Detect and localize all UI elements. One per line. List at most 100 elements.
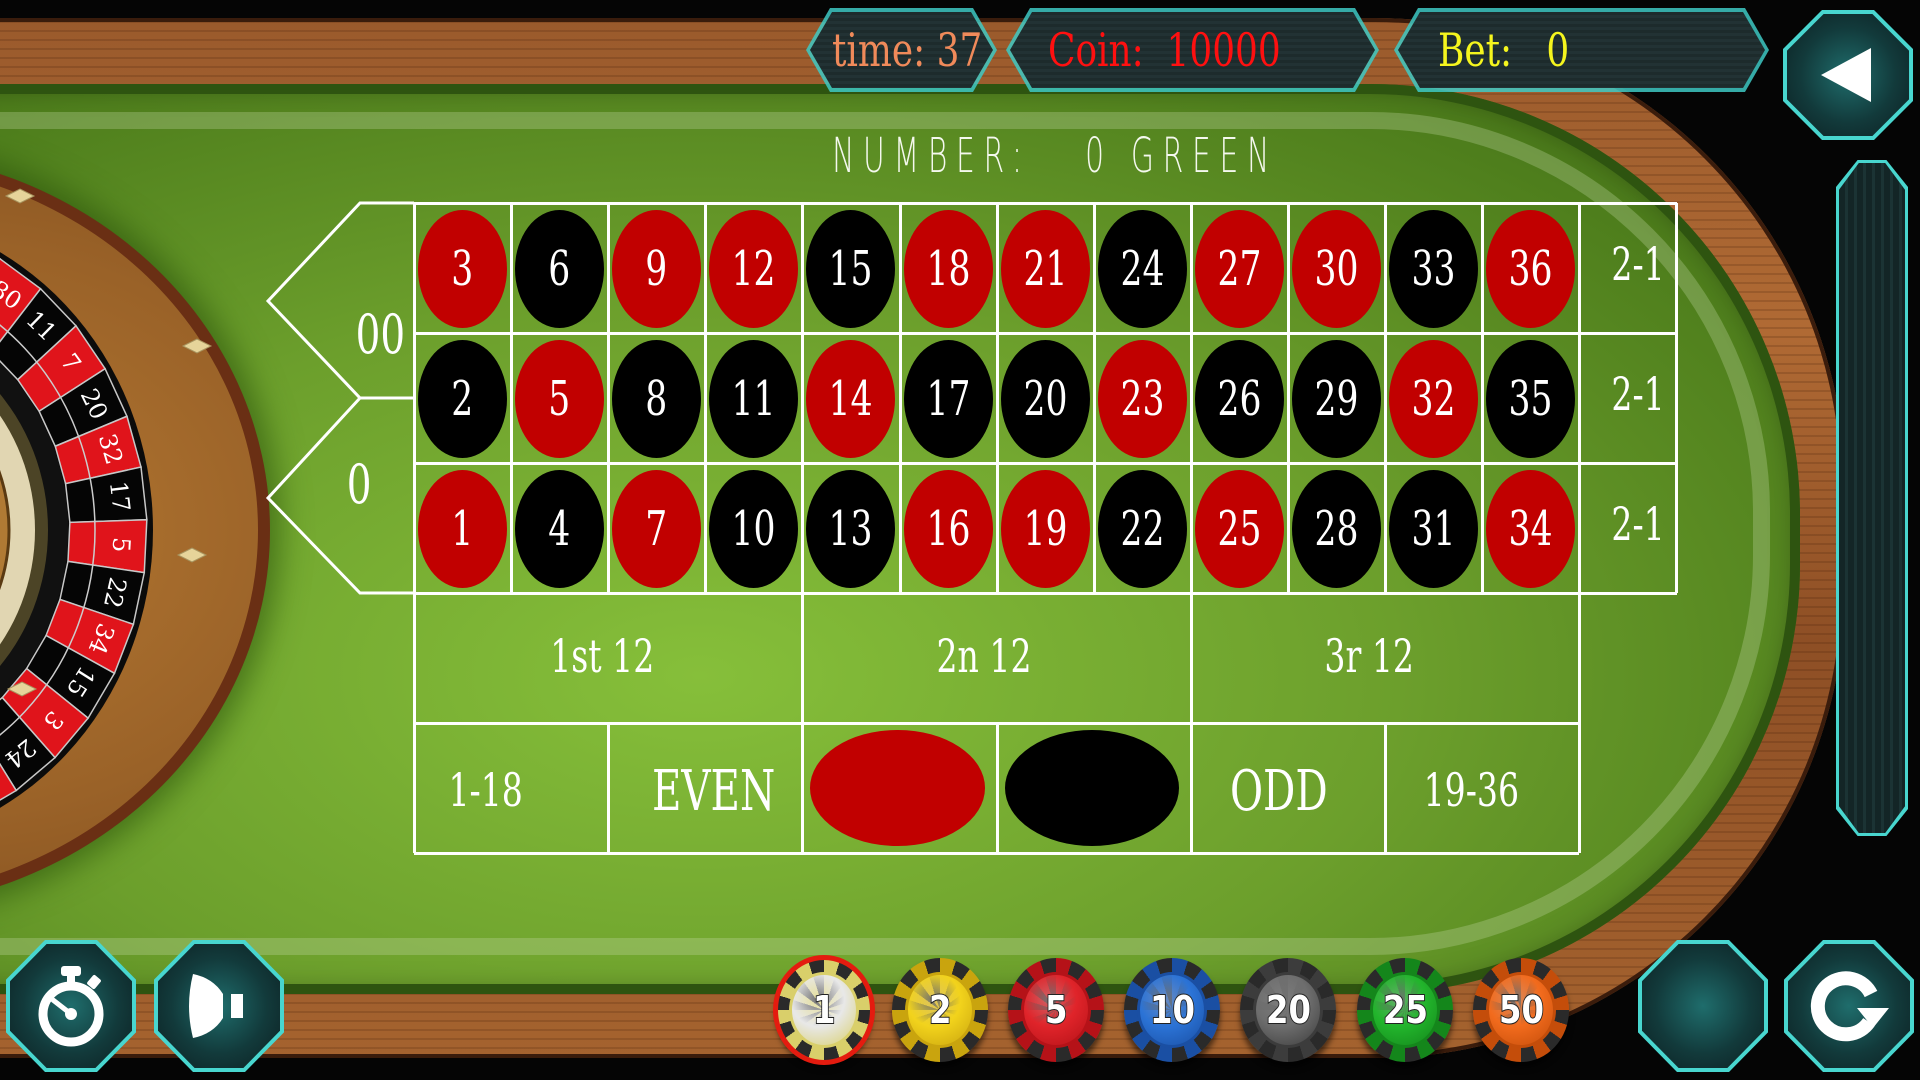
column-bet-1[interactable]: 2-1 — [1579, 203, 1676, 333]
double-zero-bet-label: 00 — [355, 303, 406, 366]
number-cell[interactable]: 23 — [1094, 333, 1191, 463]
outside-bet-label: ODD — [1229, 759, 1328, 824]
chip-50[interactable]: 50 — [1473, 958, 1569, 1062]
number-cell[interactable]: 12 — [705, 203, 802, 333]
number-cell[interactable]: 19 — [997, 463, 1094, 593]
number-cell[interactable]: 26 — [1191, 333, 1288, 463]
number-cell[interactable]: 9 — [608, 203, 705, 333]
chip-value: 10 — [1149, 987, 1196, 1033]
number-cell[interactable]: 16 — [900, 463, 997, 593]
dozen-bet-3[interactable]: 3r 12 — [1191, 593, 1579, 723]
number-22-oval: 22 — [1097, 470, 1187, 588]
stopwatch-icon — [38, 966, 104, 1047]
chip-value: 50 — [1498, 987, 1545, 1033]
number-23-oval: 23 — [1097, 340, 1187, 458]
time-text: time: 37 — [832, 23, 982, 77]
result-display: NUMBER: 0 GREEN — [401, 128, 1709, 184]
outside-bet-odd[interactable]: ODD — [1191, 723, 1385, 853]
number-cell[interactable]: 21 — [997, 203, 1094, 333]
number-cell[interactable]: 36 — [1482, 203, 1579, 333]
number-cell[interactable]: 30 — [1288, 203, 1385, 333]
number-cell[interactable]: 35 — [1482, 333, 1579, 463]
number-cell[interactable]: 1 — [414, 463, 511, 593]
number-15-oval: 15 — [806, 210, 896, 328]
number-label: 32 — [1411, 371, 1456, 427]
number-cell[interactable]: 17 — [900, 333, 997, 463]
chip-1[interactable]: 1 — [773, 955, 875, 1065]
number-8-oval: 8 — [612, 340, 702, 458]
number-19-oval: 19 — [1000, 470, 1090, 588]
wheel-diamond — [176, 547, 208, 563]
number-cell[interactable]: 11 — [705, 333, 802, 463]
number-cell[interactable]: 22 — [1094, 463, 1191, 593]
outside-bet-even[interactable]: EVEN — [608, 723, 802, 853]
number-16-oval: 16 — [903, 470, 993, 588]
time-display: time: 37 — [810, 12, 993, 88]
zero-bet[interactable]: 0 — [278, 398, 412, 593]
chip-20[interactable]: 20 — [1240, 958, 1336, 1062]
number-label: 4 — [548, 501, 571, 557]
number-label: 6 — [548, 241, 571, 297]
number-cell[interactable]: 31 — [1385, 463, 1482, 593]
number-cell[interactable]: 8 — [608, 333, 705, 463]
dozen-bet-1[interactable]: 1st 12 — [414, 593, 802, 723]
number-cell[interactable]: 10 — [705, 463, 802, 593]
number-cell[interactable]: 13 — [802, 463, 899, 593]
column-bet-2[interactable]: 2-1 — [1579, 333, 1676, 463]
bet-text: Bet: 0 — [1438, 23, 1569, 77]
number-label: 22 — [1120, 501, 1165, 557]
chip-5[interactable]: 5 — [1008, 958, 1104, 1062]
dozen-bet-2[interactable]: 2n 12 — [802, 593, 1190, 723]
number-25-oval: 25 — [1194, 470, 1284, 588]
number-cell[interactable]: 27 — [1191, 203, 1288, 333]
number-6-oval: 6 — [515, 210, 605, 328]
chip-face: 25 — [1370, 972, 1440, 1048]
number-cell[interactable]: 24 — [1094, 203, 1191, 333]
number-label: 29 — [1314, 371, 1359, 427]
number-cell[interactable]: 6 — [511, 203, 608, 333]
outside-bet-19-36[interactable]: 19-36 — [1385, 723, 1579, 853]
number-10-oval: 10 — [709, 470, 799, 588]
number-cell[interactable]: 7 — [608, 463, 705, 593]
number-label: 17 — [926, 371, 971, 427]
number-cell[interactable]: 14 — [802, 333, 899, 463]
back-button[interactable] — [1783, 10, 1913, 140]
black-color-oval — [1004, 730, 1179, 846]
double-zero-bet[interactable]: 00 — [278, 203, 412, 398]
outside-bet-label: EVEN — [652, 759, 776, 824]
chip-2[interactable]: 2 — [892, 958, 988, 1062]
speaker-icon — [189, 974, 243, 1038]
dozen-label: 1st 12 — [550, 629, 655, 683]
number-24-oval: 24 — [1097, 210, 1187, 328]
outside-bet-1-18[interactable]: 1-18 — [414, 723, 608, 853]
chip-10[interactable]: 10 — [1124, 958, 1220, 1062]
number-cell[interactable]: 4 — [511, 463, 608, 593]
number-34-oval: 34 — [1486, 470, 1576, 588]
chip-25[interactable]: 25 — [1357, 958, 1453, 1062]
number-28-oval: 28 — [1291, 470, 1381, 588]
number-cell[interactable]: 34 — [1482, 463, 1579, 593]
number-label: 36 — [1508, 241, 1553, 297]
number-36-oval: 36 — [1486, 210, 1576, 328]
chip-value: 20 — [1265, 987, 1312, 1033]
coin-text: Coin: 10000 — [1048, 23, 1281, 77]
number-cell[interactable]: 32 — [1385, 333, 1482, 463]
coin-label: Coin: — [1048, 23, 1144, 77]
outside-bet-red[interactable] — [802, 723, 996, 853]
number-cell[interactable]: 25 — [1191, 463, 1288, 593]
number-cell[interactable]: 29 — [1288, 333, 1385, 463]
number-cell[interactable]: 28 — [1288, 463, 1385, 593]
number-label: 18 — [926, 241, 971, 297]
number-label: 30 — [1314, 241, 1359, 297]
number-cell[interactable]: 33 — [1385, 203, 1482, 333]
number-cell[interactable]: 18 — [900, 203, 997, 333]
number-cell[interactable]: 3 — [414, 203, 511, 333]
number-cell[interactable]: 5 — [511, 333, 608, 463]
column-bet-3[interactable]: 2-1 — [1579, 463, 1676, 593]
number-cell[interactable]: 2 — [414, 333, 511, 463]
number-cell[interactable]: 20 — [997, 333, 1094, 463]
number-label: 28 — [1314, 501, 1359, 557]
repeat-button[interactable] — [1784, 940, 1914, 1072]
number-cell[interactable]: 15 — [802, 203, 899, 333]
outside-bet-black[interactable] — [997, 723, 1191, 853]
